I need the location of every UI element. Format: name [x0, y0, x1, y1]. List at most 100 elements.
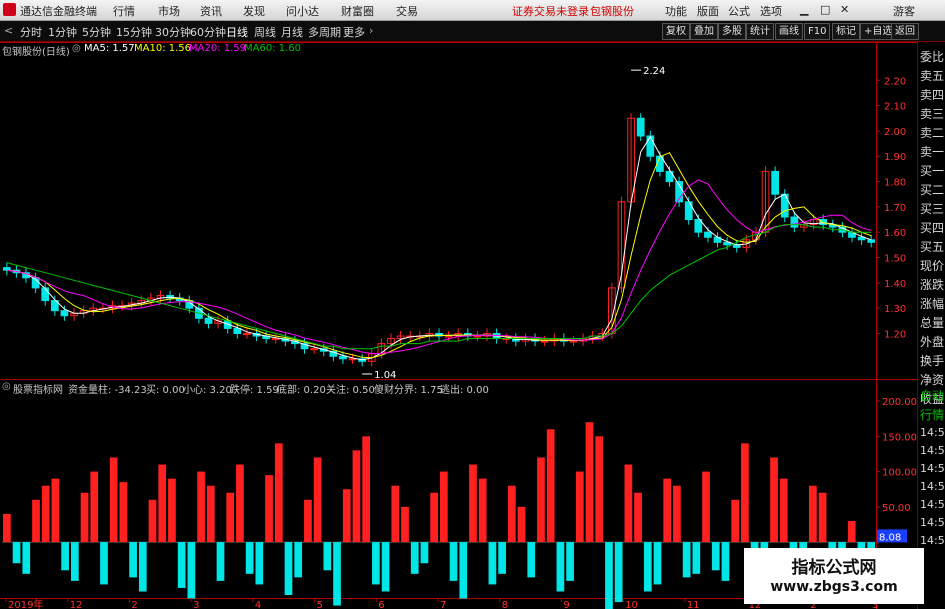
indicator-bar — [362, 436, 371, 543]
kline-series — [2, 113, 876, 367]
indicator-settings-icon[interactable]: ◎ — [2, 381, 11, 392]
indicator-bar — [595, 436, 604, 543]
indicator-value-watch: 关注: 0.50 — [326, 385, 375, 396]
indicator-bar — [216, 542, 225, 581]
period-tab-multi[interactable]: 多周期 — [308, 24, 341, 40]
indicator-bar — [32, 499, 40, 543]
main-chart-title: 包钢股份(日线) — [2, 47, 70, 58]
candle-body — [2, 267, 11, 271]
period-tab-5min[interactable]: 5分钟 — [82, 24, 111, 40]
indicator-bar — [323, 542, 332, 571]
menu-discover[interactable]: 发现 — [243, 3, 265, 19]
period-tab-more[interactable]: 更多 — [343, 24, 365, 40]
f10-button[interactable]: F10 — [804, 23, 831, 40]
period-tab-30min[interactable]: 30分钟 — [155, 24, 191, 40]
indicator-bar — [420, 542, 429, 564]
menu-formula[interactable]: 公式 — [728, 3, 750, 19]
panel-label-buy4: 买四 — [920, 221, 945, 235]
back-button[interactable]: 返回 — [891, 23, 919, 40]
maximize-icon[interactable]: □ — [820, 3, 830, 16]
menu-options[interactable]: 选项 — [760, 3, 782, 19]
price-tick-label: 1.90 — [884, 152, 906, 163]
panel-label-net-assets: 净资 — [920, 373, 945, 387]
date-tick-label: 12 — [70, 600, 83, 609]
menu-ask-xiaoda[interactable]: 问小达 — [286, 3, 319, 19]
menu-layout[interactable]: 版面 — [697, 3, 719, 19]
panel-label-turnover: 换手 — [920, 354, 945, 368]
auto-quote-toggle[interactable]: 自动 — [920, 387, 944, 404]
kline-chart-area[interactable]: 8.08 2.20 2.10 2.00 1.90 1.80 1.70 1.60 1.50 1.4… — [0, 42, 917, 609]
mark-button[interactable]: 标记 — [832, 23, 860, 40]
panel-label-change-pct: 涨幅 — [920, 297, 945, 311]
indicator-bar — [585, 422, 594, 543]
indicator-bar — [284, 542, 293, 595]
statistics-button[interactable]: 统计 — [746, 23, 774, 40]
more-chevron-icon[interactable]: › — [369, 24, 373, 37]
menu-trade[interactable]: 交易 — [396, 3, 418, 19]
candle-body — [243, 332, 251, 335]
ma10-line — [6, 152, 872, 359]
multi-stock-button[interactable]: 多股 — [718, 23, 746, 40]
candle-body — [41, 287, 50, 302]
indicator-bar — [245, 542, 254, 574]
drawing-button[interactable]: 画线 — [775, 23, 803, 40]
panel-label-sell5: 卖五 — [920, 69, 945, 83]
ma-settings-icon[interactable]: ◎ — [72, 43, 81, 54]
menu-news[interactable]: 资讯 — [200, 3, 222, 19]
candle-body — [704, 231, 712, 238]
period-tab-daily[interactable]: 日线 — [226, 24, 248, 40]
candle-body — [339, 355, 347, 360]
guest-label[interactable]: 游客 — [893, 3, 915, 19]
tick-time: 14:50 — [920, 534, 945, 547]
indicator-bar — [41, 485, 50, 543]
indicator-bar — [70, 542, 79, 581]
minimize-icon[interactable]: ▁ — [800, 3, 808, 16]
indicator-bar — [430, 492, 438, 543]
indicator-value-fund-bar: 资金量柱: -34.23 — [68, 385, 147, 396]
tick-time: 14:50 — [920, 498, 945, 511]
indicator-bar — [129, 542, 137, 578]
indicator-bar — [90, 471, 99, 543]
indicator-bar — [177, 542, 186, 588]
indicator-bar — [372, 542, 380, 585]
quote-side-panel: 委比 卖五 卖四 卖三 卖二 卖一 买一 买二 买三 买四 买五 现价 涨跌 涨… — [917, 42, 945, 609]
adjust-rights-button[interactable]: 复权 — [662, 23, 690, 40]
watermark-url: www.zbgs3.com — [770, 579, 898, 595]
indicator-bar — [342, 489, 351, 543]
indicator-bar — [381, 542, 390, 592]
tick-time: 14:50 — [920, 444, 945, 457]
indicator-bar — [692, 542, 701, 574]
period-tab-60min[interactable]: 60分钟 — [190, 24, 226, 40]
menu-wealth-circle[interactable]: 财富圈 — [341, 3, 374, 19]
candle-body — [569, 340, 578, 343]
indicator-value-buy: 买: 0.00 — [146, 385, 185, 396]
period-tab-monthly[interactable]: 月线 — [281, 24, 303, 40]
tick-time: 14:50 — [920, 516, 945, 529]
quote-toggle[interactable]: 行情 — [920, 406, 944, 423]
overlay-button[interactable]: 叠加 — [690, 23, 718, 40]
indicator-bar — [517, 506, 526, 543]
period-tab-1min[interactable]: 1分钟 — [48, 24, 77, 40]
date-tick-label: 7 — [440, 600, 446, 609]
period-tab-weekly[interactable]: 周线 — [254, 24, 276, 40]
panel-label-sell1: 卖一 — [920, 145, 945, 159]
menu-market[interactable]: 市场 — [158, 3, 180, 19]
indicator-bar — [226, 492, 235, 543]
indicator-tick-label: 50.00 — [882, 503, 911, 514]
site-watermark: 指标公式网 www.zbgs3.com — [744, 548, 924, 604]
indicator-bar — [818, 492, 827, 543]
panel-label-buy5: 买五 — [920, 240, 945, 254]
menu-functions[interactable]: 功能 — [665, 3, 687, 19]
panel-label-buy2: 买二 — [920, 183, 945, 197]
indicator-bar — [546, 429, 555, 543]
date-tick-label: 9 — [563, 600, 569, 609]
panel-label-sell2: 卖二 — [920, 126, 945, 140]
close-icon[interactable]: ✕ — [840, 3, 849, 16]
prev-arrow-icon[interactable]: < — [4, 24, 13, 37]
period-tab-intraday[interactable]: 分时 — [20, 24, 42, 40]
period-tab-15min[interactable]: 15分钟 — [116, 24, 152, 40]
indicator-bar — [527, 542, 536, 578]
menu-market-quotes[interactable]: 行情 — [113, 3, 135, 19]
login-notice[interactable]: 证券交易未登录 — [512, 3, 589, 19]
tick-time: 14:50 — [920, 426, 945, 439]
